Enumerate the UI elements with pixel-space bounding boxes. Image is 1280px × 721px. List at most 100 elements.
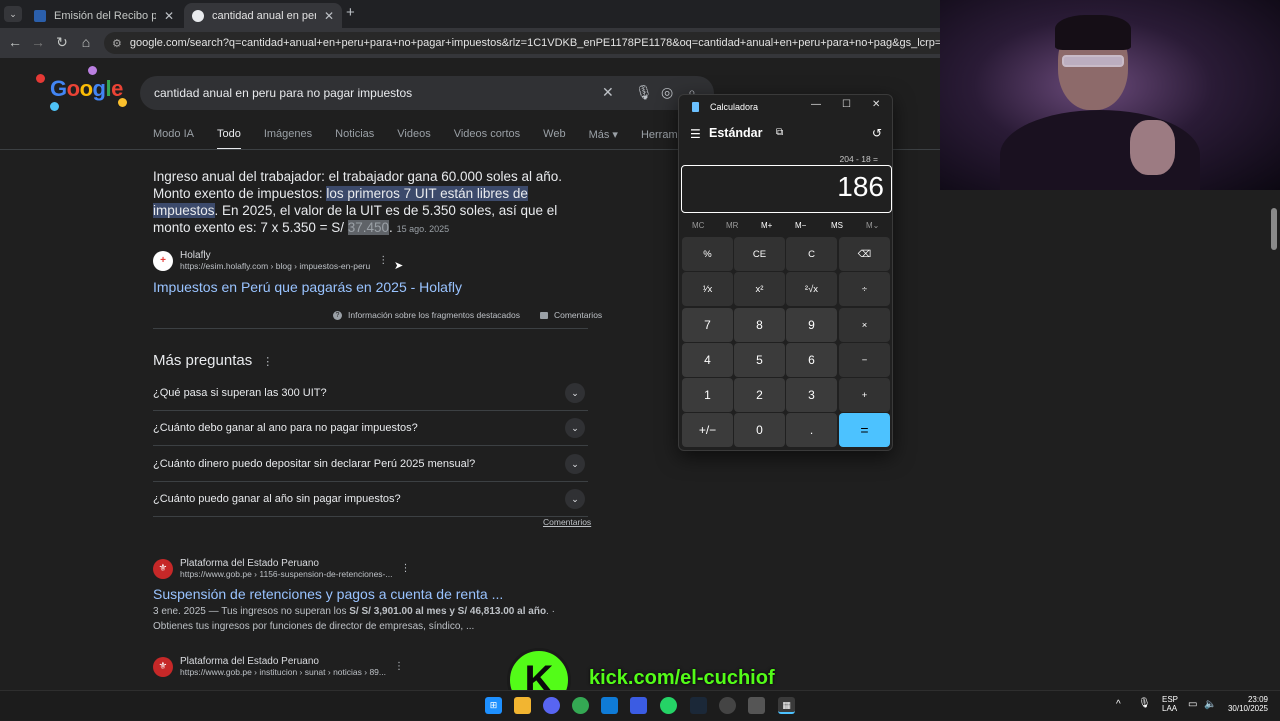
subtract-button[interactable]: − <box>839 343 890 377</box>
result-source-gobpe-2[interactable]: ⚜ Plataforma del Estado Peruano https://… <box>153 656 404 677</box>
result-source-gobpe[interactable]: ⚜ Plataforma del Estado Peruano https://… <box>153 558 410 579</box>
memory-add-button[interactable]: M+ <box>761 221 772 230</box>
chevron-down-icon[interactable]: ⌄ <box>565 454 585 474</box>
close-tab-icon[interactable]: ✕ <box>324 9 334 23</box>
hamburger-menu-icon[interactable]: ☰ <box>690 127 701 141</box>
digit-2-button[interactable]: 2 <box>734 378 785 412</box>
result-source-holafly[interactable]: + Holafly https://esim.holafly.com › blo… <box>153 250 388 271</box>
square-button[interactable]: x² <box>734 272 785 306</box>
digit-3-button[interactable]: 3 <box>786 378 837 412</box>
memory-recall-button[interactable]: MR <box>726 221 738 230</box>
history-icon[interactable]: ↺ <box>872 126 882 140</box>
more-options-icon[interactable]: ⋮ <box>378 255 388 266</box>
tab-search-icon[interactable]: ⌄ <box>4 6 22 22</box>
digit-4-button[interactable]: 4 <box>682 343 733 377</box>
digit-1-button[interactable]: 1 <box>682 378 733 412</box>
file-explorer-icon[interactable] <box>514 697 531 714</box>
negate-button[interactable]: +/− <box>682 413 733 447</box>
reload-icon[interactable]: ↻ <box>53 34 71 51</box>
clock[interactable]: 23:09 30/10/2025 <box>1224 695 1268 713</box>
tab-videos[interactable]: Videos <box>397 128 430 150</box>
home-icon[interactable]: ⌂ <box>77 34 95 50</box>
digit-0-button[interactable]: 0 <box>734 413 785 447</box>
chevron-down-icon[interactable]: ⌄ <box>565 489 585 509</box>
close-tab-icon[interactable]: ✕ <box>164 9 174 23</box>
keep-on-top-icon[interactable]: ⧉ <box>776 127 783 138</box>
scrollbar-thumb[interactable] <box>1271 208 1277 250</box>
network-icon[interactable]: ▭ <box>1188 699 1197 710</box>
result-link-holafly[interactable]: Impuestos en Perú que pagarás en 2025 - … <box>153 279 462 295</box>
clear-button[interactable]: C <box>786 237 837 271</box>
digit-5-button[interactable]: 5 <box>734 343 785 377</box>
equals-button[interactable]: = <box>839 413 890 447</box>
ghost-pink-icon <box>88 66 97 75</box>
memory-list-button[interactable]: M⌄ <box>866 221 879 230</box>
paa-question[interactable]: ¿Cuánto dinero puedo depositar sin decla… <box>153 446 588 481</box>
memory-store-button[interactable]: MS <box>831 221 843 230</box>
discord-icon[interactable] <box>543 697 560 714</box>
browser-tab-recibo[interactable]: Emisión del Recibo por Honorarios ✕ <box>26 3 182 28</box>
tab-imagenes[interactable]: Imágenes <box>264 128 312 150</box>
show-hidden-icons-icon[interactable]: ^ <box>1116 699 1121 710</box>
tab-videos-cortos[interactable]: Videos cortos <box>454 128 520 150</box>
steam-icon[interactable] <box>690 697 707 714</box>
clear-entry-button[interactable]: CE <box>734 237 785 271</box>
tab-mas[interactable]: Más ▾ <box>589 128 618 150</box>
maximize-icon[interactable]: ☐ <box>842 99 851 110</box>
chrome-icon[interactable] <box>572 697 589 714</box>
microphone-icon[interactable]: 🎙 <box>1138 698 1151 709</box>
app-icon[interactable] <box>630 697 647 714</box>
more-options-icon[interactable]: ⋮ <box>394 661 404 672</box>
obs-icon[interactable] <box>719 697 736 714</box>
whatsapp-icon[interactable] <box>660 697 677 714</box>
digit-6-button[interactable]: 6 <box>786 343 837 377</box>
digit-8-button[interactable]: 8 <box>734 308 785 342</box>
memory-clear-button[interactable]: MC <box>692 221 704 230</box>
start-icon[interactable]: ⊞ <box>485 697 502 714</box>
digit-9-button[interactable]: 9 <box>786 308 837 342</box>
divide-button[interactable]: ÷ <box>839 272 890 306</box>
percent-button[interactable]: % <box>682 237 733 271</box>
chevron-down-icon[interactable]: ⌄ <box>565 418 585 438</box>
page-scrollbar[interactable] <box>1268 190 1280 690</box>
lens-search-icon[interactable]: ◎ <box>661 84 673 101</box>
tab-noticias[interactable]: Noticias <box>335 128 374 150</box>
more-options-icon[interactable]: ⋮ <box>400 563 410 574</box>
paa-question[interactable]: ¿Cuánto puedo ganar al año sin pagar imp… <box>153 481 588 516</box>
tab-modo-ia[interactable]: Modo IA <box>153 128 194 150</box>
google-doodle-logo[interactable]: Google <box>36 66 127 111</box>
paa-question[interactable]: ¿Qué pasa si superan las 300 UIT? ⌄ <box>153 375 588 410</box>
result-link-gobpe[interactable]: Suspensión de retenciones y pagos a cuen… <box>153 586 503 602</box>
paa-question[interactable]: ¿Cuánto debo ganar al ano para no pagar … <box>153 410 588 445</box>
multiply-button[interactable]: × <box>839 308 890 342</box>
vscode-icon[interactable] <box>601 697 618 714</box>
digit-7-button[interactable]: 7 <box>682 308 733 342</box>
language-indicator[interactable]: ESP LAA <box>1162 695 1178 713</box>
backspace-button[interactable]: ⌫ <box>839 237 890 271</box>
tab-web[interactable]: Web <box>543 128 565 150</box>
back-icon[interactable]: ← <box>6 34 24 50</box>
paa-comments-link[interactable]: Comentarios <box>543 517 591 527</box>
more-options-icon[interactable]: ⋮ <box>262 356 273 368</box>
site-info-icon[interactable]: ⚙ <box>112 37 122 50</box>
calculator-taskbar-icon[interactable]: ▦ <box>778 697 795 714</box>
decimal-button[interactable]: . <box>786 413 837 447</box>
browser-tab-google[interactable]: cantidad anual en peru para no pagar imp… <box>184 3 342 28</box>
square-root-button[interactable]: ²√x <box>786 272 837 306</box>
app-icon-2[interactable] <box>748 697 765 714</box>
chevron-down-icon[interactable]: ⌄ <box>565 383 585 403</box>
calculator-titlebar[interactable]: Calculadora — ☐ ✕ <box>679 95 892 119</box>
voice-search-icon[interactable]: 🎙 <box>635 84 653 101</box>
memory-subtract-button[interactable]: M− <box>795 221 806 230</box>
add-button[interactable]: + <box>839 378 890 412</box>
close-icon[interactable]: ✕ <box>872 99 880 110</box>
clear-search-icon[interactable]: ✕ <box>602 84 614 101</box>
forward-icon[interactable]: → <box>29 34 47 50</box>
reciprocal-button[interactable]: ¹⁄x <box>682 272 733 306</box>
search-input[interactable]: cantidad anual en peru para no pagar imp… <box>140 76 714 110</box>
minimize-icon[interactable]: — <box>811 99 821 110</box>
volume-icon[interactable]: 🔈 <box>1204 699 1216 710</box>
tab-todo[interactable]: Todo <box>216 128 241 150</box>
new-tab-icon[interactable]: + <box>346 4 355 21</box>
address-bar[interactable]: ⚙ google.com/search?q=cantidad+anual+en+… <box>104 32 940 54</box>
